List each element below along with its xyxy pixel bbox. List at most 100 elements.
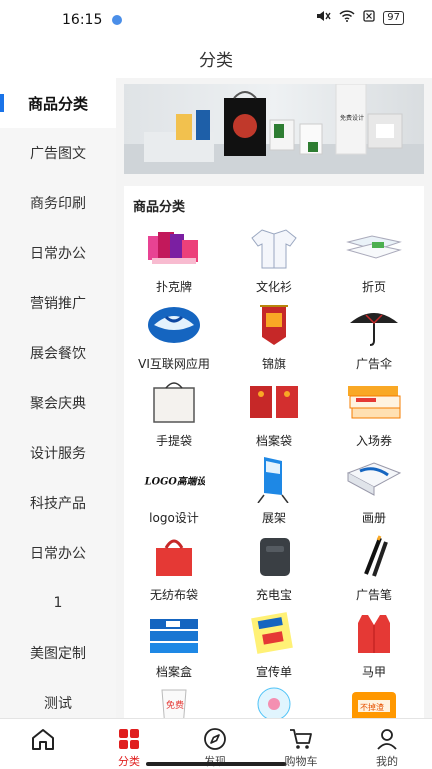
category-tissue-pack[interactable]: 不掉渣	[324, 686, 424, 718]
svg-text:免费: 免费	[166, 699, 184, 711]
category-label: VI互联网应用	[138, 357, 210, 371]
logo-design-icon: LOGO高端设计	[143, 457, 205, 501]
sidebar-item-daily-office[interactable]: 日常办公	[0, 228, 116, 278]
nav-label: 我的	[376, 755, 398, 768]
category-brochure-book[interactable]: 画册	[324, 457, 424, 535]
sidebar-item-label: 聚会庆典	[30, 396, 86, 412]
sidebar-item-label: 日常办公	[30, 246, 86, 262]
sidebar-item-custom-photo[interactable]: 美图定制	[0, 628, 116, 678]
category-label: 入场券	[355, 434, 392, 448]
category-label: 广告笔	[355, 588, 392, 602]
promo-banner[interactable]: 免费设计	[124, 84, 424, 174]
category-vest[interactable]: 马甲	[324, 611, 424, 689]
sidebar-item-ad-graphics[interactable]: 广告图文	[0, 128, 116, 178]
category-label: 广告伞	[355, 357, 392, 371]
category-paper-cup[interactable]: 免费	[124, 686, 224, 718]
notification-dot-icon	[112, 15, 122, 25]
sidebar-item-label: 展会餐饮	[30, 346, 86, 362]
svg-text:不掉渣: 不掉渣	[360, 702, 384, 712]
nav-profile[interactable]: 我的	[344, 719, 430, 769]
category-label: 宣传单	[255, 665, 292, 679]
sidebar-item-label: 科技产品	[30, 496, 86, 512]
sidebar-item-label: 商务印刷	[30, 196, 86, 212]
vest-icon	[343, 611, 405, 655]
category-pens[interactable]: 广告笔	[324, 534, 424, 612]
banner-products-image: 免费设计	[124, 84, 424, 174]
category-display-stand[interactable]: 展架	[224, 457, 324, 535]
sidebar-item-expo-catering[interactable]: 展会餐饮	[0, 328, 116, 378]
category-tote-bag[interactable]: 手提袋	[124, 380, 224, 458]
nav-label: 购物车	[284, 755, 318, 768]
status-icons: 97	[315, 10, 404, 25]
category-label: 充电宝	[255, 588, 292, 602]
mute-icon	[315, 10, 331, 25]
sidebar-item-marketing[interactable]: 营销推广	[0, 278, 116, 328]
home-icon	[30, 727, 56, 751]
sidebar-item-tech-products[interactable]: 科技产品	[0, 478, 116, 528]
status-time: 16:15	[62, 12, 103, 28]
category-tickets[interactable]: 入场券	[324, 380, 424, 458]
sidebar-item-label: 设计服务	[30, 446, 86, 462]
sidebar-item-party-celebration[interactable]: 聚会庆典	[0, 378, 116, 428]
category-content: 免费设计 商品分类 扑克牌 文化衫 折页 VI互联网应用 锦旗 广告伞 手提袋 …	[116, 78, 432, 718]
sidebar-item-product-category[interactable]: 商品分类	[0, 78, 116, 128]
umbrella-icon	[343, 303, 405, 347]
flyer-icon	[243, 611, 305, 655]
paper-cup-icon: 免费	[143, 686, 205, 718]
category-label: 扑克牌	[155, 280, 192, 294]
category-label: 锦旗	[261, 357, 286, 371]
category-shirt[interactable]: 文化衫	[224, 226, 324, 304]
sidebar-item-label: 美图定制	[30, 646, 86, 662]
category-flyer[interactable]: 宣传单	[224, 611, 324, 689]
category-label: 无纺布袋	[149, 588, 198, 602]
category-file-pouch[interactable]: 档案袋	[224, 380, 324, 458]
category-grid-icon	[117, 727, 141, 751]
nav-label: 分类	[118, 755, 140, 768]
category-logo-design[interactable]: LOGO高端设计 logo设计	[124, 457, 224, 535]
product-category-card: 商品分类 扑克牌 文化衫 折页 VI互联网应用 锦旗 广告伞 手提袋 档案袋 入…	[124, 186, 424, 718]
sidebar-item-daily-office-2[interactable]: 日常办公	[0, 528, 116, 578]
sidebar-item-1[interactable]: 1	[0, 578, 116, 628]
shirt-icon	[243, 226, 305, 270]
category-file-box[interactable]: 档案盒	[124, 611, 224, 689]
category-label: 档案袋	[255, 434, 292, 448]
category-vi-internet[interactable]: VI互联网应用	[124, 303, 224, 381]
pennant-icon	[243, 303, 305, 347]
category-nonwoven-bag[interactable]: 无纺布袋	[124, 534, 224, 612]
display-stand-icon	[243, 457, 305, 503]
sidebar-item-label: 广告图文	[30, 146, 86, 162]
category-sidebar: 商品分类 广告图文 商务印刷 日常办公 营销推广 展会餐饮 聚会庆典 设计服务 …	[0, 78, 116, 718]
category-playing-cards[interactable]: 扑克牌	[124, 226, 224, 304]
home-indicator	[146, 762, 286, 766]
cart-icon	[288, 727, 314, 751]
nav-label: 发现	[204, 753, 226, 769]
nav-home[interactable]	[0, 719, 86, 769]
category-folded-brochure[interactable]: 折页	[324, 226, 424, 304]
file-pouch-icon	[243, 380, 305, 424]
category-umbrella[interactable]: 广告伞	[324, 303, 424, 381]
tissue-pack-icon: 不掉渣	[343, 686, 405, 718]
tote-bag-icon	[143, 380, 205, 424]
category-label: 文化衫	[255, 280, 292, 294]
sidebar-item-label: 营销推广	[30, 296, 86, 312]
sim-icon	[363, 10, 375, 25]
category-pennant[interactable]: 锦旗	[224, 303, 324, 381]
category-power-bank[interactable]: 充电宝	[224, 534, 324, 612]
svg-text:免费设计: 免费设计	[340, 114, 364, 122]
sidebar-item-label: 日常办公	[30, 546, 86, 562]
category-label: 手提袋	[155, 434, 192, 448]
pens-icon	[343, 534, 405, 578]
sidebar-item-label: 1	[53, 595, 63, 611]
sidebar-item-design-service[interactable]: 设计服务	[0, 428, 116, 478]
fan-icon	[243, 686, 305, 718]
svg-text:LOGO高端设计: LOGO高端设计	[144, 475, 205, 487]
power-bank-icon	[243, 534, 305, 578]
file-box-icon	[143, 611, 205, 655]
section-title: 商品分类	[133, 200, 186, 215]
category-label: logo设计	[149, 511, 199, 525]
sidebar-item-business-print[interactable]: 商务印刷	[0, 178, 116, 228]
category-label: 档案盒	[155, 665, 192, 679]
category-fan[interactable]	[224, 686, 324, 718]
active-indicator	[0, 94, 4, 112]
brochure-book-icon	[343, 457, 405, 501]
